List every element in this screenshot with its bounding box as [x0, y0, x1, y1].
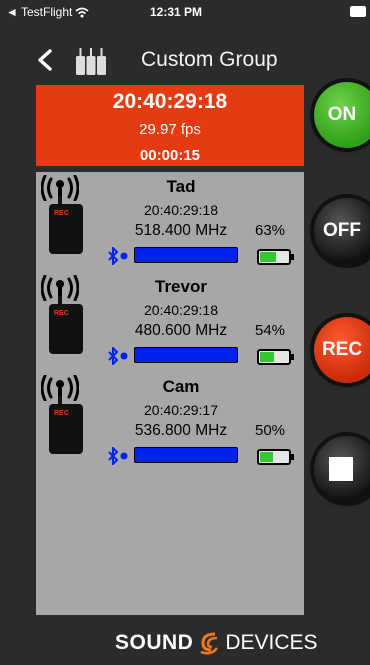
battery-percent: 63% [255, 222, 286, 239]
device-name: Tad [166, 177, 196, 196]
device-frequency: 480.600 MHz [134, 322, 228, 339]
timecode-panel: 20:40:29:18 29.97 fps 00:00:15 [36, 85, 304, 166]
bluetooth-icon [108, 447, 128, 465]
device-timecode: 20:40:29:17 [144, 402, 218, 418]
transmitter-icon: REC [49, 196, 83, 254]
battery-icon [350, 6, 366, 17]
battery-percent: 50% [255, 422, 286, 439]
battery-level-icon [257, 249, 294, 265]
device-timecode: 20:40:29:18 [144, 302, 218, 318]
device-row-trevor[interactable]: REC Trevor 20:40:29:18 480.600 MHz 54% [36, 272, 304, 372]
device-frequency: 536.800 MHz [134, 422, 228, 439]
signal-strength-bar [134, 447, 238, 463]
battery-percent: 54% [255, 322, 286, 339]
device-name: Trevor [155, 277, 207, 296]
rec-button[interactable]: REC [314, 317, 370, 383]
stop-icon [329, 457, 353, 481]
sound-devices-logo: SOUND DEVICES [115, 631, 318, 655]
stop-button[interactable] [314, 436, 370, 502]
bluetooth-icon [108, 347, 128, 365]
frame-rate: 29.97 fps [139, 121, 201, 138]
device-name: Cam [162, 377, 200, 396]
page-title: Custom Group [141, 48, 278, 71]
device-row-tad[interactable]: REC Tad 20:40:29:18 518.400 MHz 63% [36, 172, 304, 272]
signal-strength-bar [134, 247, 238, 263]
header: Custom Group [0, 38, 370, 82]
status-bar: ◄ TestFlight 12:31 PM [0, 0, 370, 22]
transmitter-icon: REC [49, 396, 83, 454]
transmitter-group-icon [76, 48, 106, 75]
device-row-cam[interactable]: REC Cam 20:40:29:17 536.800 MHz 50% [36, 372, 304, 472]
device-frequency: 518.400 MHz [134, 222, 228, 239]
device-list: REC Tad 20:40:29:18 518.400 MHz 63% REC … [36, 172, 304, 615]
battery-level-icon [257, 349, 294, 365]
battery-level-icon [257, 449, 294, 465]
signal-strength-bar [134, 347, 238, 363]
elapsed-time: 00:00:15 [139, 147, 201, 164]
master-timecode: 20:40:29:18 [112, 90, 228, 113]
on-button[interactable]: ON [314, 82, 370, 148]
transmitter-icon: REC [49, 296, 83, 354]
bluetooth-icon [108, 247, 128, 265]
status-time: 12:31 PM [150, 5, 203, 19]
off-button[interactable]: OFF [314, 198, 370, 264]
back-chevron-icon[interactable] [34, 48, 58, 72]
testflight-back-link[interactable]: ◄ TestFlight [6, 5, 72, 19]
device-timecode: 20:40:29:18 [144, 202, 218, 218]
logo-swirl-icon [200, 632, 219, 655]
wifi-icon [75, 7, 89, 17]
